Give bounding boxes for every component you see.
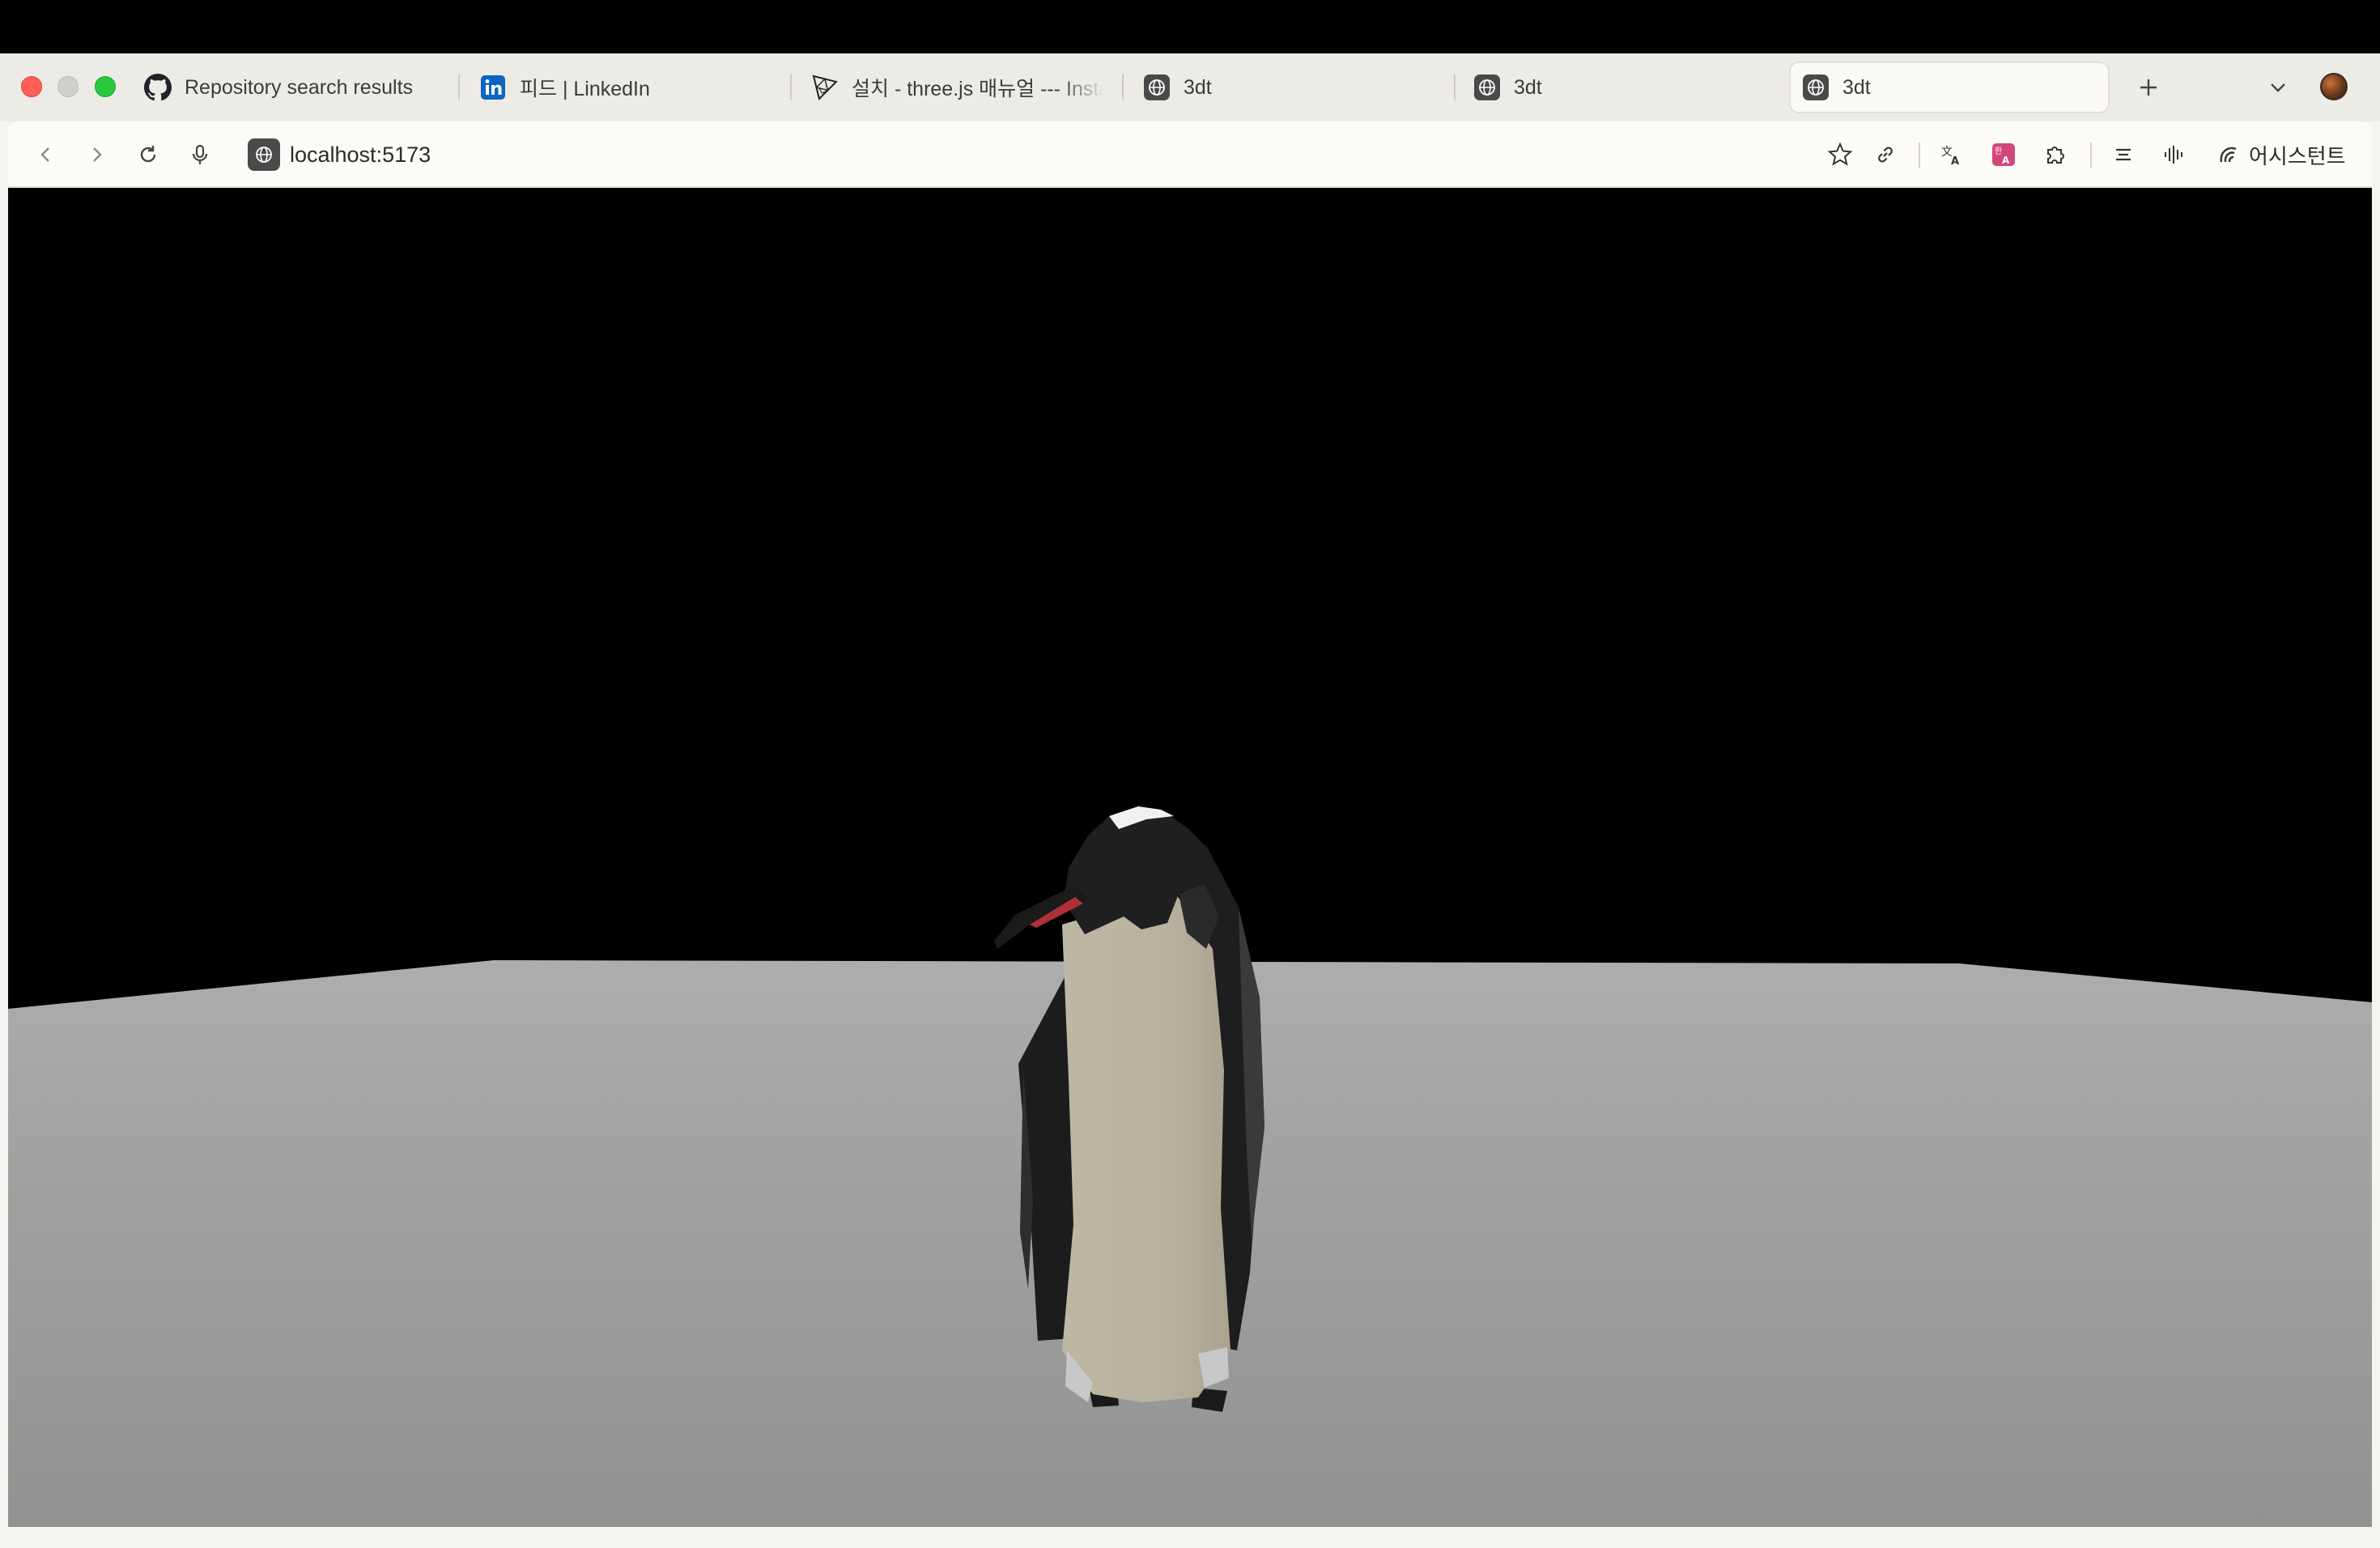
window-maximize-button[interactable] [95,76,116,97]
svg-text:A: A [1951,155,1959,167]
globe-icon [1802,74,1830,101]
github-icon [144,74,172,101]
profile-avatar[interactable] [2320,73,2348,100]
tab-3dt-1[interactable]: 3dt [1125,62,1449,113]
microphone-icon [192,144,208,164]
forward-icon [93,147,102,162]
linkedin-icon [479,74,507,101]
reader-mode-button[interactable] [2103,134,2144,175]
tab-repository-search[interactable]: Repository search results [126,62,450,113]
toolbar-separator [1919,142,1920,168]
audio-icon [2165,146,2182,164]
plus-icon [2140,79,2157,96]
tab-strip: Repository search results 피드 | LinkedIn … [0,53,2380,121]
globe-icon [1473,74,1501,101]
voice-search-button[interactable] [180,134,220,175]
tab-3dt-active[interactable]: 3dt [1789,62,2110,113]
assistant-icon [2220,147,2237,163]
reload-button[interactable] [128,134,168,175]
tab-threejs-manual[interactable]: 설치 - three.js 매뉴얼 --- Insta [793,62,1104,113]
globe-icon [248,138,280,171]
extensions-icon [2047,147,2064,164]
link-icon [1878,147,1893,163]
globe-icon [1143,74,1171,101]
window-close-button[interactable] [21,76,42,97]
translate-icon: 文A [1941,146,1959,167]
page-viewport[interactable] [8,188,2372,1527]
reader-icon [2116,148,2131,161]
assistant-button[interactable]: 어시스턴트 [2216,134,2346,175]
bookmark-button[interactable] [1820,134,1860,175]
url-text: localhost:5173 [290,142,431,167]
assistant-label: 어시스턴트 [2249,143,2346,168]
window-minimize-button[interactable] [57,76,79,97]
tab-title: 3dt [1842,75,1871,99]
tab-title: 3dt [1514,75,1542,99]
tab-list-button[interactable] [2259,68,2297,107]
browser-window: Repository search results 피드 | LinkedIn … [0,53,2380,1548]
svg-text:한: 한 [1995,147,2002,156]
reload-icon [140,146,156,163]
translate-button[interactable]: 文A [1932,134,1972,175]
svg-text:A: A [2002,155,2010,166]
toolbar-separator [2090,142,2092,168]
extensions-button[interactable] [2035,134,2076,175]
tab-separator [458,74,460,100]
tab-title: Repository search results [185,75,414,99]
copy-link-button[interactable] [1865,134,1906,175]
forward-button[interactable] [76,134,117,175]
tab-title: 설치 - three.js 매뉴얼 --- Insta [852,78,1104,100]
tab-separator [1122,74,1124,100]
window-bottom-edge [0,1527,2380,1548]
back-button[interactable] [26,134,66,175]
star-icon [1827,142,1853,166]
tab-title: 피드 | LinkedIn [520,78,650,100]
chevron-down-icon [2271,83,2285,92]
threejs-icon [811,74,839,101]
new-tab-button[interactable] [2129,68,2168,107]
tab-3dt-2[interactable]: 3dt [1456,62,1779,113]
screen-top-bar [0,0,2380,53]
tab-separator [790,74,792,100]
korean-translate-button[interactable]: 한A [1983,134,2024,175]
tab-title: 3dt [1184,75,1212,99]
tab-linkedin[interactable]: 피드 | LinkedIn [461,62,785,113]
address-bar[interactable]: localhost:5173 [248,133,431,176]
back-icon [40,147,49,162]
navigation-toolbar: localhost:5173 文A 한A 어시스턴트 [8,121,2372,188]
korean-translate-icon: 한A [1992,143,2015,166]
audio-button[interactable] [2153,134,2194,175]
threejs-canvas[interactable] [8,188,2372,1527]
